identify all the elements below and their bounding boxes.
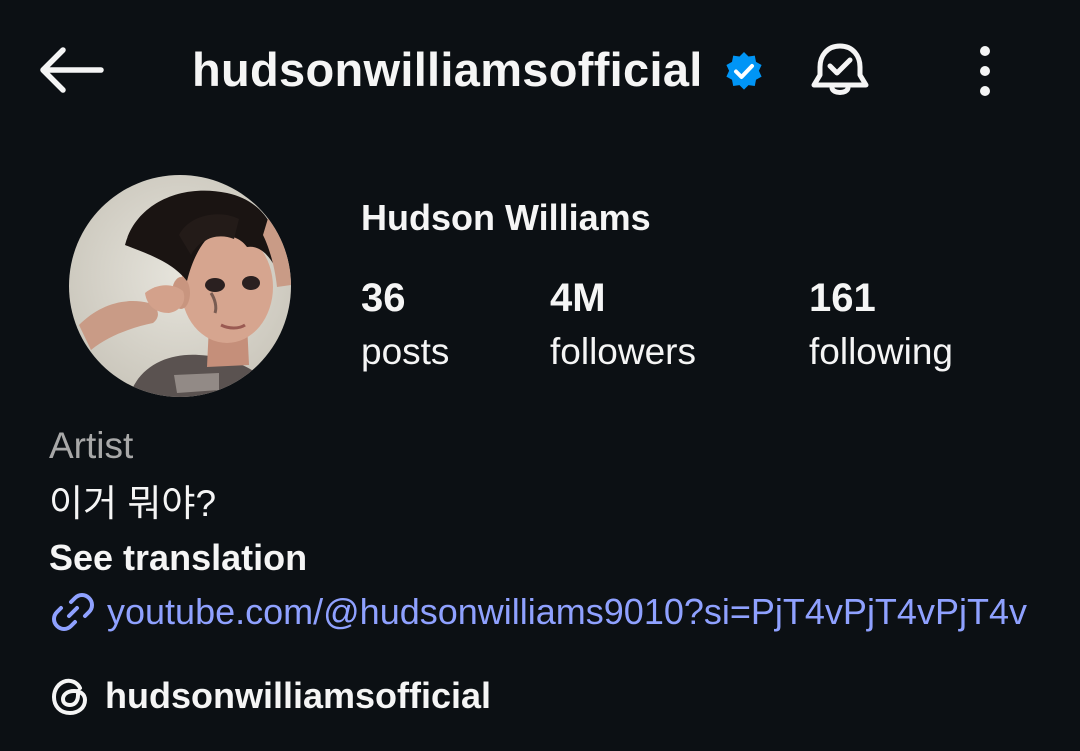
following-stat[interactable]: 161 following (809, 272, 953, 380)
see-translation-button[interactable]: See translation (49, 533, 307, 583)
verified-badge-icon (726, 52, 762, 90)
followers-stat[interactable]: 4M followers (550, 272, 696, 380)
more-vertical-icon (980, 46, 990, 96)
threads-handle: hudsonwilliamsofficial (105, 675, 492, 716)
back-arrow-icon (40, 47, 104, 93)
threads-icon (51, 678, 88, 716)
profile-link-text: youtube.com/@hudsonwilliams9010?si=PjT4v… (107, 591, 1027, 632)
bell-check-icon (811, 43, 869, 95)
top-bar: hudsonwilliamsofficial (0, 0, 1080, 140)
threads-badge[interactable]: hudsonwilliamsofficial (49, 670, 491, 722)
avatar-photo (69, 175, 291, 397)
followers-label: followers (550, 331, 696, 372)
posts-count: 36 (361, 276, 406, 320)
posts-label: posts (361, 331, 450, 372)
profile-handle-title: hudsonwilliamsofficial (192, 43, 703, 96)
profile-link[interactable]: youtube.com/@hudsonwilliams9010?si=PjT4v… (49, 586, 1039, 638)
followers-count: 4M (550, 276, 606, 320)
notifications-bell-button[interactable] (804, 38, 876, 104)
profile-avatar[interactable] (69, 175, 291, 397)
link-icon (52, 593, 94, 631)
posts-stat[interactable]: 36 posts (361, 272, 449, 380)
following-count: 161 (809, 276, 876, 320)
more-options-button[interactable] (960, 38, 1010, 104)
profile-category: Artist (49, 425, 134, 466)
profile-bio: 이거 뭐야? (49, 483, 217, 524)
back-button[interactable] (30, 35, 110, 105)
following-label: following (809, 331, 953, 372)
profile-display-name: Hudson Williams (361, 197, 651, 238)
